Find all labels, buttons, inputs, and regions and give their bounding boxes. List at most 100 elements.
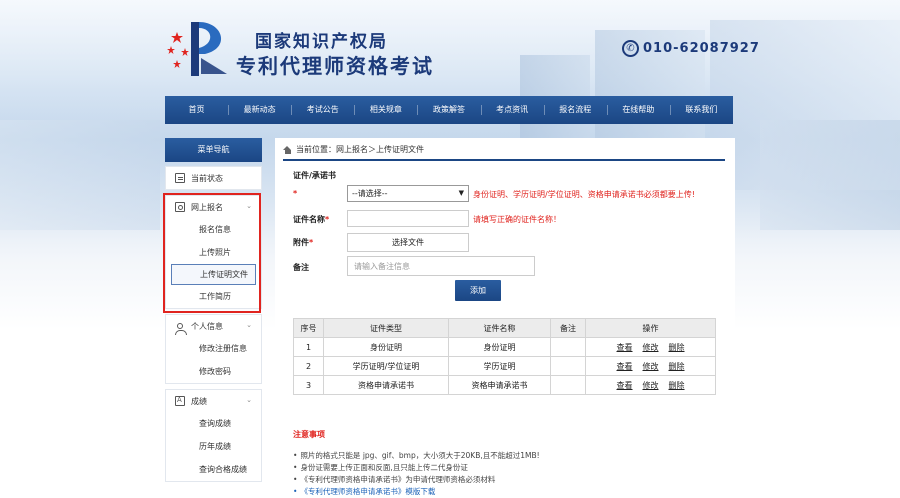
col-header-no: 序号 [293,318,324,338]
document-icon [175,173,185,183]
nav-news[interactable]: 最新动态 [228,96,291,124]
sidebar-sub-change-password[interactable]: 修改密码 [166,360,261,383]
sidebar-item-online-registration[interactable]: 网上报名 ⌄ [166,196,261,218]
home-icon [283,145,292,154]
sidebar-item-score[interactable]: 成绩 ⌄ [166,390,261,412]
sidebar-block-score: 成绩 ⌄ 查询成绩 历年成绩 查询合格成绩 [165,389,262,482]
name-hint: 请填写正确的证件名称！ [473,215,561,224]
notice-list: 照片的格式只能是 jpg、gif、bmp，大小须大于20KB,且不能超过1MB!… [293,450,723,498]
attachment-label: 附件* [293,238,314,247]
certificate-type-select[interactable]: --请选择-- ▼ [347,185,469,202]
required-mark: * [293,189,298,198]
nav-policy[interactable]: 政策解答 [417,96,480,124]
table-row: 3 资格申请承诺书 资格申请承诺书 查看 修改 删除 [293,375,716,395]
nav-home[interactable]: 首页 [165,96,228,124]
sidebar-item-label: 个人信息 [191,321,223,331]
cell-type: 学历证明/学位证明 [323,356,449,376]
certificate-name-input[interactable] [347,210,469,227]
nav-exam-sites[interactable]: 考点资讯 [480,96,544,124]
sidebar-item-personal-info[interactable]: 个人信息 ⌄ [166,315,261,337]
edit-link[interactable]: 修改 [643,362,659,371]
caret-down-icon: ▼ [458,189,464,197]
breadcrumb-divider [283,159,725,161]
user-icon [175,323,187,335]
certificate-name-label: 证件名称* [293,215,330,224]
notice-item: 《专利代理师资格申请承诺书》为申请代理师资格必须材料 [293,474,723,486]
table-row: 1 身份证明 身份证明 查看 修改 删除 [293,337,716,357]
remark-input[interactable]: 请输入备注信息 [347,256,535,276]
delete-link[interactable]: 删除 [669,343,685,352]
score-icon [175,396,185,406]
col-header-name: 证件名称 [448,318,551,338]
sidebar-item-label: 当前状态 [191,173,223,183]
sidebar-header: 菜单导航 [165,138,262,162]
nav-process[interactable]: 报名流程 [543,96,607,124]
nav-regulations[interactable]: 相关规章 [354,96,417,124]
col-header-remark: 备注 [550,318,586,338]
sidebar-item-label: 成绩 [191,396,207,406]
main-nav: 首页 最新动态 考试公告 相关规章 政策解答 考点资讯 报名流程 在线帮助 联系… [165,96,733,124]
select-value: --请选择-- [352,189,388,198]
delete-link[interactable]: 删除 [669,381,685,390]
cell-remark [550,375,586,395]
table-row: 2 学历证明/学位证明 学历证明 查看 修改 删除 [293,356,716,376]
chevron-down-icon: ⌄ [246,396,252,404]
cell-name: 身份证明 [448,337,551,357]
main-panel: 当前位置：网上报名＞上传证明文件 证件/承诺书 * --请选择-- ▼ 身份证明… [275,138,735,498]
phone-number: 010-62087927 [643,41,760,56]
cell-remark [550,356,586,376]
site-title-line2: 专利代理师资格考试 [236,54,434,78]
cell-remark [550,337,586,357]
add-button[interactable]: 添加 [455,280,501,301]
site-title-line1: 国家知识产权局 [255,32,388,52]
nav-contact[interactable]: 联系我们 [669,96,733,124]
cell-no: 3 [293,375,324,395]
section-label: 证件/承诺书 [293,171,336,180]
sidebar-sub-edit-registration[interactable]: 修改注册信息 [166,337,261,360]
chevron-down-icon: ⌄ [246,321,252,329]
cell-ops: 查看 修改 删除 [585,356,716,376]
cell-type: 身份证明 [323,337,449,357]
sidebar-sub-query-score[interactable]: 查询成绩 [166,412,261,435]
sidebar-sub-registration-info[interactable]: 报名信息 [166,218,261,241]
sidebar-sub-work-resume[interactable]: 工作简历 [166,285,261,308]
building-decoration [760,120,900,230]
breadcrumb: 当前位置：网上报名＞上传证明文件 [283,144,424,155]
notice-item: 照片的格式只能是 jpg、gif、bmp，大小须大于20KB,且不能超过1MB! [293,450,723,462]
cell-no: 2 [293,356,324,376]
select-hint: 身份证明、学历证明/学位证明、资格申请承诺书必须都要上传! [473,190,695,199]
cell-type: 资格申请承诺书 [323,375,449,395]
id-card-icon [175,202,185,212]
building-decoration [0,120,160,230]
cell-ops: 查看 修改 删除 [585,375,716,395]
edit-link[interactable]: 修改 [643,381,659,390]
sidebar-sub-upload-certificates[interactable]: 上传证明文件 [171,264,256,285]
notice-item: 身份证需要上传正面和反面,且只能上传二代身份证 [293,462,723,474]
sidebar-sub-history-score[interactable]: 历年成绩 [166,435,261,458]
phone-icon: ✆ [622,40,639,57]
view-link[interactable]: 查看 [617,343,633,352]
view-link[interactable]: 查看 [617,362,633,371]
cell-ops: 查看 修改 删除 [585,337,716,357]
edit-link[interactable]: 修改 [643,343,659,352]
col-header-ops: 操作 [585,318,716,338]
remark-label: 备注 [293,263,309,272]
sidebar-sub-upload-photo[interactable]: 上传照片 [166,241,261,264]
hotline: ✆ 010-62087927 [622,40,760,57]
cnipa-logo-icon [167,22,227,76]
nav-announcements[interactable]: 考试公告 [291,96,354,124]
notice-title: 注意事项 [293,430,325,439]
sidebar-block-online: 网上报名 ⌄ 报名信息 上传照片 上传证明文件 工作简历 [165,195,262,309]
chevron-down-icon: ⌄ [246,202,252,210]
view-link[interactable]: 查看 [617,381,633,390]
delete-link[interactable]: 删除 [669,362,685,371]
sidebar-sub-pass-score[interactable]: 查询合格成绩 [166,458,261,481]
sidebar-block-status: 当前状态 [165,166,262,190]
choose-file-button[interactable]: 选择文件 [347,233,469,252]
sidebar-item-label: 网上报名 [191,202,223,212]
cell-name: 学历证明 [448,356,551,376]
sidebar-item-status[interactable]: 当前状态 [166,167,261,189]
nav-help[interactable]: 在线帮助 [606,96,670,124]
template-download-link[interactable]: 《专利代理师资格申请承诺书》模版下载 [293,486,723,498]
sidebar: 菜单导航 当前状态 网上报名 ⌄ 报名信息 上传照片 上传证明文件 工作简历 个… [165,138,262,482]
